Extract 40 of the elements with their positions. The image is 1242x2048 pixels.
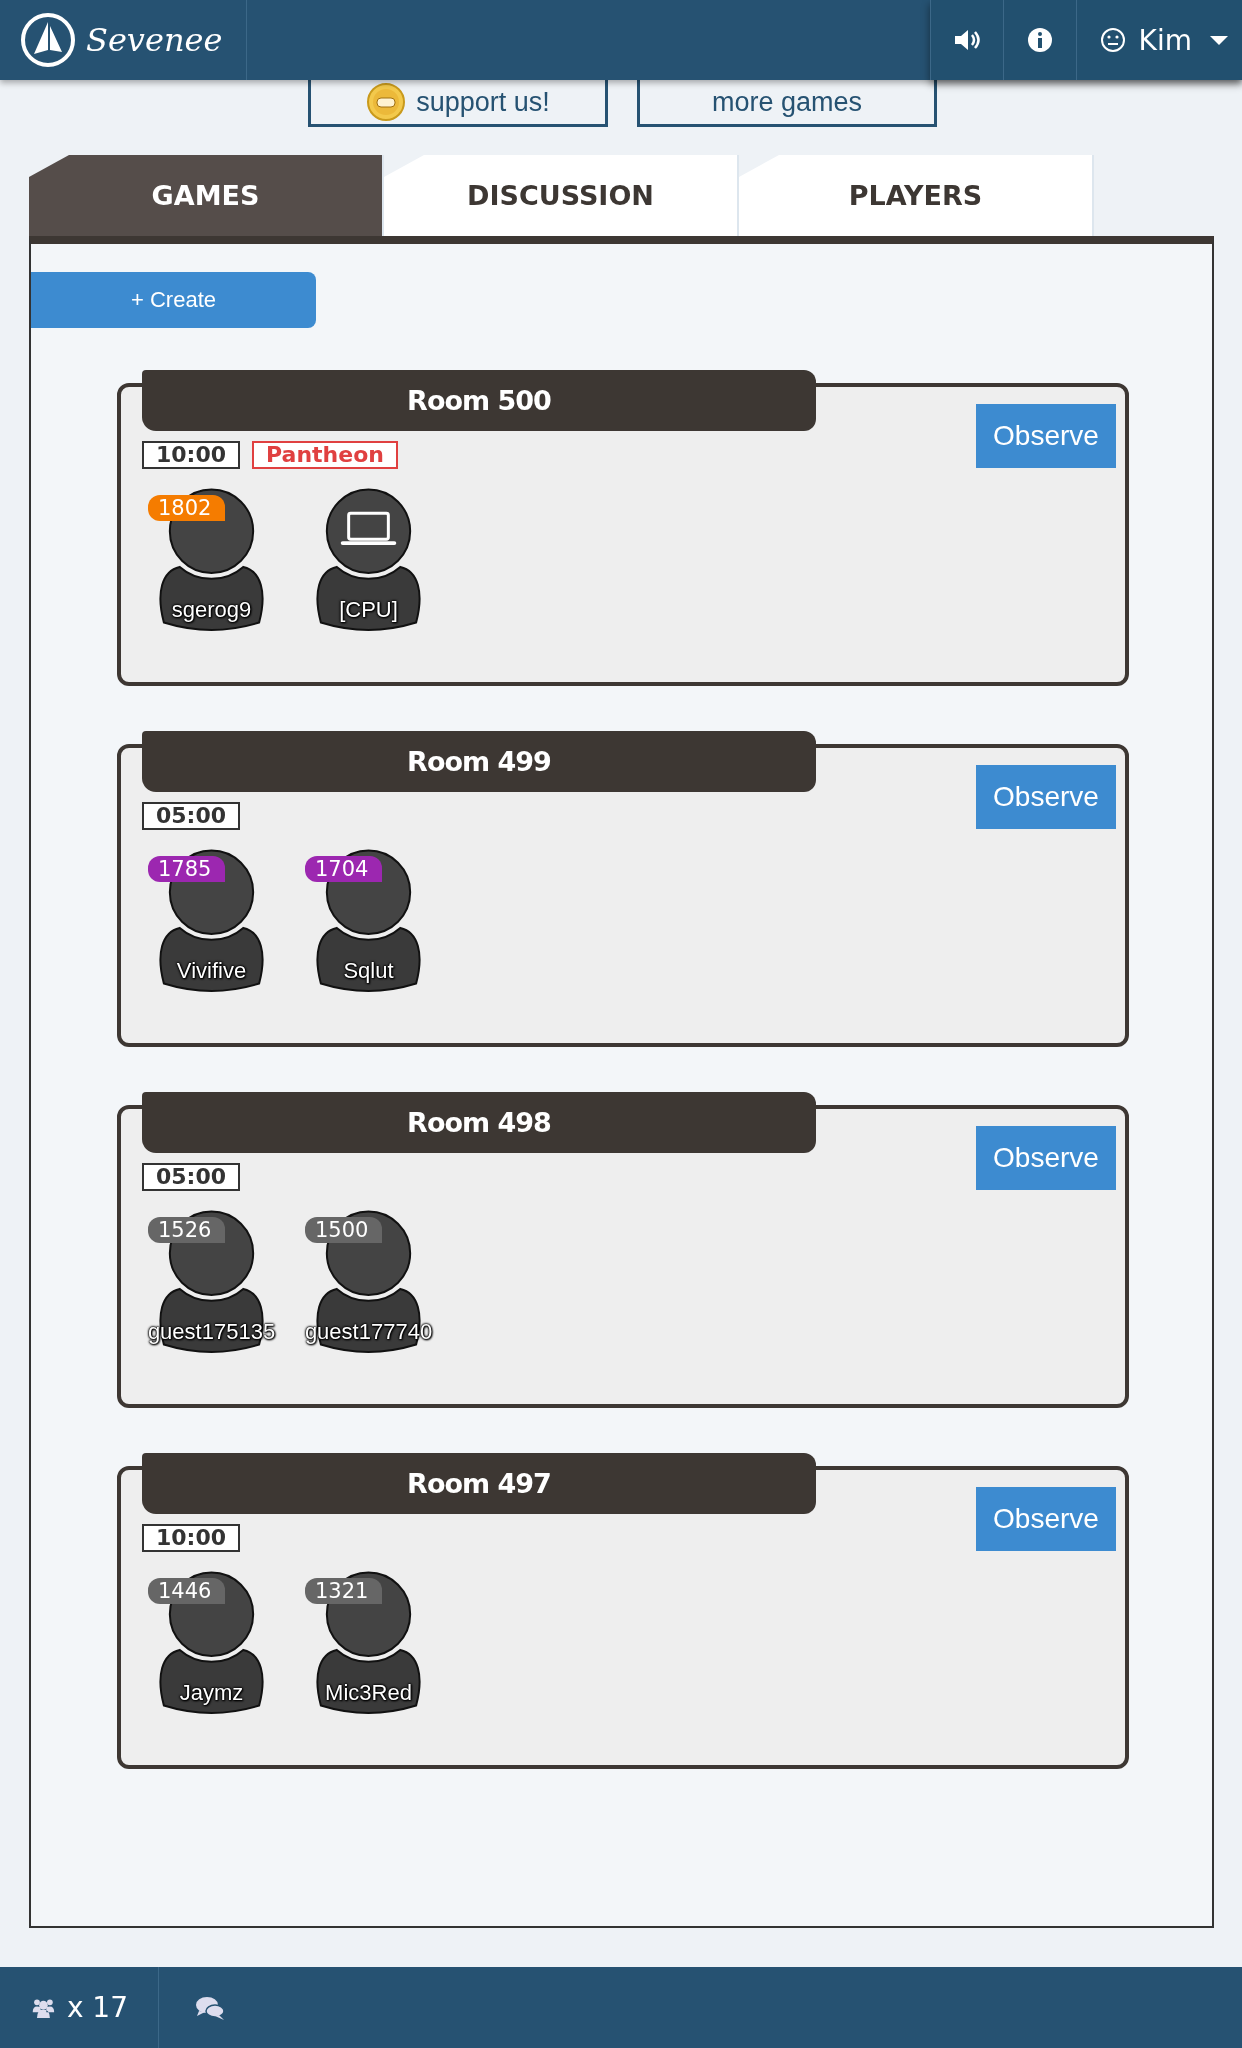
time-limit: 10:00 [142, 1524, 241, 1552]
rating-badge: 1704 [305, 856, 383, 882]
room-title: Room 500 [142, 370, 816, 431]
tab[interactable]: GAMES [29, 155, 384, 236]
time-limit: 10:00 [142, 441, 241, 469]
chat-icon[interactable] [195, 1994, 225, 2021]
support-button[interactable]: support us! [308, 80, 608, 127]
brand-name: Sevenee [86, 21, 223, 59]
sail-logo-icon [20, 12, 76, 68]
rating-badge: 1802 [148, 495, 226, 521]
tab[interactable]: DISCUSSION [384, 155, 739, 236]
player-name: Sqlut [343, 958, 394, 984]
player-name: Mic3Red [325, 1680, 412, 1706]
rating-badge: 1785 [148, 856, 226, 882]
rating-badge: 1526 [148, 1217, 226, 1243]
room-tag: Pantheon [252, 441, 398, 469]
observe-button[interactable]: Observe [976, 1487, 1116, 1551]
player-name: [CPU] [339, 597, 398, 623]
player-name: Jaymz [179, 1680, 244, 1706]
more-games-button[interactable]: more games [637, 80, 937, 127]
create-button[interactable]: + Create [31, 272, 316, 328]
room-title: Room 498 [142, 1092, 816, 1153]
tab[interactable]: PLAYERS [739, 155, 1094, 236]
caret-icon [1210, 35, 1228, 45]
player-name: Vivifive [176, 958, 247, 984]
online-count: x 17 [66, 1991, 128, 2024]
player-name: sgerog9 [171, 597, 252, 623]
rating-badge: 1446 [148, 1578, 226, 1604]
coin-icon [366, 82, 407, 122]
time-limit: 05:00 [142, 802, 241, 830]
observe-button[interactable]: Observe [976, 765, 1116, 829]
time-limit: 05:00 [142, 1163, 241, 1191]
info-icon [1025, 26, 1054, 54]
room-title: Room 499 [142, 731, 816, 792]
observe-button[interactable]: Observe [976, 404, 1116, 468]
neutral-face-icon [1098, 26, 1127, 54]
observe-button[interactable]: Observe [976, 1126, 1116, 1190]
rating-badge: 1321 [305, 1578, 383, 1604]
rating-badge: 1500 [305, 1217, 383, 1243]
room-title: Room 497 [142, 1453, 816, 1514]
